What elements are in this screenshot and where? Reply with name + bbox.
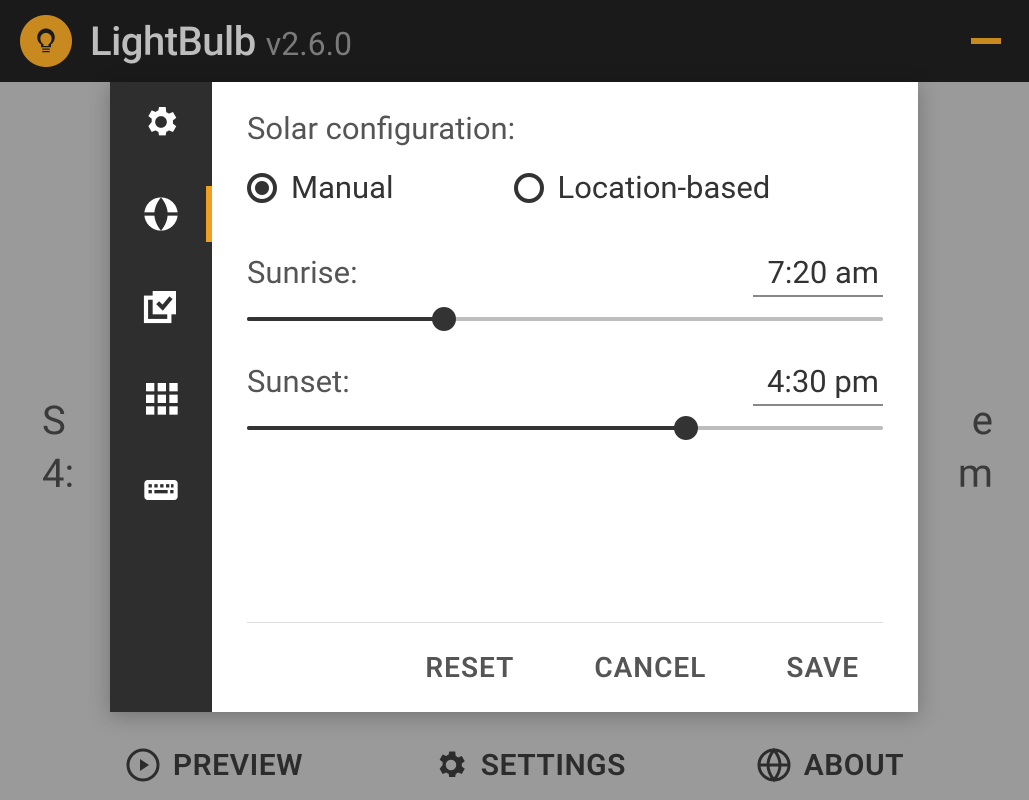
sunset-value[interactable]: 4:30 pm [753,363,883,406]
bg-partial-text: 4: [42,450,74,497]
bottombar: PREVIEW SETTINGS ABOUT [0,730,1029,800]
sunset-slider-group: Sunset: 4:30 pm [247,363,883,430]
save-button[interactable]: SAVE [786,651,859,684]
sidebar-item-grid[interactable] [110,370,212,426]
app-name: LightBulb [90,18,256,65]
play-circle-icon [125,747,161,783]
sidebar-item-hotkeys[interactable] [110,462,212,518]
app-window: LightBulb v2.6.0 S 4: e m PREVIEW SETTIN… [0,0,1029,800]
titlebar: LightBulb v2.6.0 [0,0,1029,82]
radio-label: Manual [291,169,394,206]
dialog-body: Solar configuration: Manual Location-bas… [212,82,918,712]
bg-partial-text: m [958,450,993,497]
minimize-button[interactable] [971,38,1001,44]
lightbulb-icon [31,26,61,56]
app-logo [20,15,72,67]
radio-location-based[interactable]: Location-based [514,169,771,206]
checkbox-stack-icon [141,286,181,326]
title-text: LightBulb v2.6.0 [90,18,352,65]
bg-partial-text: e [972,397,993,444]
radio-manual[interactable]: Manual [247,169,394,206]
sunrise-value[interactable]: 7:20 am [753,254,883,297]
globe-icon [141,194,181,234]
radio-group: Manual Location-based [247,169,883,206]
sunset-label: Sunset: [247,363,350,400]
slider-fill [247,426,686,430]
dialog-footer: RESET CANCEL SAVE [247,622,883,712]
sunset-slider[interactable] [247,426,883,430]
grid-icon [141,378,181,418]
about-label: ABOUT [804,748,904,783]
about-button[interactable]: ABOUT [756,747,904,783]
reset-button[interactable]: RESET [425,651,514,684]
settings-label: SETTINGS [481,748,626,783]
settings-dialog: Solar configuration: Manual Location-bas… [110,82,918,712]
settings-button[interactable]: SETTINGS [433,747,626,783]
radio-label: Location-based [558,169,771,206]
gear-icon [141,102,181,142]
sunrise-label: Sunrise: [247,254,358,291]
gear-icon [433,747,469,783]
slider-fill [247,317,444,321]
sidebar-item-advanced[interactable] [110,278,212,334]
sunrise-slider[interactable] [247,317,883,321]
slider-thumb[interactable] [432,307,456,331]
radio-circle-icon [247,173,277,203]
keyboard-icon [141,470,181,510]
sidebar-item-general[interactable] [110,94,212,150]
section-title: Solar configuration: [247,110,883,147]
preview-label: PREVIEW [173,748,303,783]
preview-button[interactable]: PREVIEW [125,747,303,783]
globe-icon [756,747,792,783]
bg-partial-text: S [42,397,66,444]
slider-thumb[interactable] [674,416,698,440]
radio-circle-icon [514,173,544,203]
sunrise-slider-group: Sunrise: 7:20 am [247,254,883,321]
dialog-sidebar [110,82,212,712]
cancel-button[interactable]: CANCEL [594,651,706,684]
app-version: v2.6.0 [266,25,352,63]
sidebar-item-location[interactable] [110,186,212,242]
